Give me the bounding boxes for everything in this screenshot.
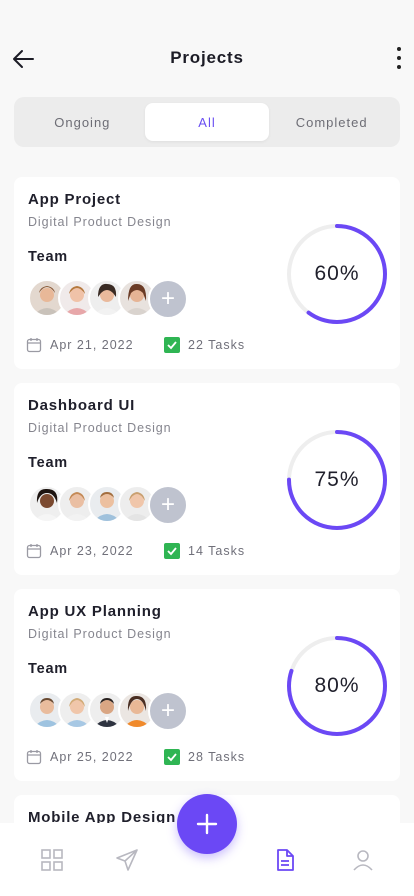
add-member-button[interactable]: + — [148, 279, 188, 319]
progress-percent: 80% — [314, 674, 360, 697]
project-card[interactable]: Dashboard UI Digital Product Design Team… — [14, 383, 400, 575]
checkbox-icon — [164, 337, 180, 353]
grid-icon — [41, 849, 63, 871]
project-title: Dashboard UI — [28, 397, 136, 414]
project-subtitle: Digital Product Design — [28, 215, 172, 229]
document-icon — [277, 849, 294, 871]
plus-icon: + — [160, 285, 175, 312]
project-filter-tabs: Ongoing All Completed — [14, 97, 400, 147]
calendar-icon — [26, 337, 42, 353]
project-date: Apr 21, 2022 — [26, 337, 134, 353]
project-card[interactable]: App UX Planning Digital Product Design T… — [14, 589, 400, 781]
project-card[interactable]: App Project Digital Product Design Team … — [14, 177, 400, 369]
team-avatars: + — [28, 279, 198, 319]
project-tasks: 28 Tasks — [164, 749, 245, 765]
nav-messages[interactable] — [114, 847, 140, 873]
team-label: Team — [28, 455, 69, 471]
checkbox-icon — [164, 749, 180, 765]
plus-icon: + — [160, 697, 175, 724]
user-icon — [353, 850, 373, 871]
tab-ongoing[interactable]: Ongoing — [20, 103, 145, 141]
add-member-button[interactable]: + — [148, 485, 188, 525]
team-label: Team — [28, 249, 69, 265]
date-text: Apr 21, 2022 — [50, 338, 134, 352]
project-title: App Project — [28, 191, 121, 208]
nav-projects[interactable] — [272, 847, 298, 873]
app-header: Projects — [0, 0, 414, 92]
calendar-icon — [26, 749, 42, 765]
nav-profile[interactable] — [350, 847, 376, 873]
project-tasks: 14 Tasks — [164, 543, 245, 559]
plus-icon: + — [160, 491, 175, 518]
tasks-text: 22 Tasks — [188, 338, 246, 352]
tasks-text: 14 Tasks — [188, 544, 246, 558]
page-title: Projects — [170, 48, 244, 67]
tasks-text: 28 Tasks — [188, 750, 246, 764]
progress-percent: 60% — [314, 262, 360, 285]
checkbox-icon — [164, 543, 180, 559]
add-member-button[interactable]: + — [148, 691, 188, 731]
project-tasks: 22 Tasks — [164, 337, 245, 353]
date-text: Apr 25, 2022 — [50, 750, 134, 764]
more-vertical-icon — [397, 47, 401, 51]
date-text: Apr 23, 2022 — [50, 544, 134, 558]
tab-all[interactable]: All — [144, 103, 270, 141]
team-label: Team — [28, 661, 69, 677]
project-date: Apr 25, 2022 — [26, 749, 134, 765]
send-icon — [116, 849, 138, 871]
progress-ring: 60% — [284, 221, 390, 327]
add-project-fab[interactable] — [177, 794, 237, 854]
plus-icon — [196, 813, 218, 835]
team-avatars: + — [28, 691, 198, 731]
progress-ring: 75% — [284, 427, 390, 533]
tab-completed[interactable]: Completed — [269, 103, 394, 141]
nav-dashboard[interactable] — [39, 847, 65, 873]
calendar-icon — [26, 543, 42, 559]
project-subtitle: Digital Product Design — [28, 421, 172, 435]
progress-ring: 80% — [284, 633, 390, 739]
project-title: App UX Planning — [28, 603, 162, 620]
project-date: Apr 23, 2022 — [26, 543, 134, 559]
more-options-button[interactable] — [394, 45, 404, 71]
progress-percent: 75% — [314, 468, 360, 491]
project-subtitle: Digital Product Design — [28, 627, 172, 641]
team-avatars: + — [28, 485, 198, 525]
